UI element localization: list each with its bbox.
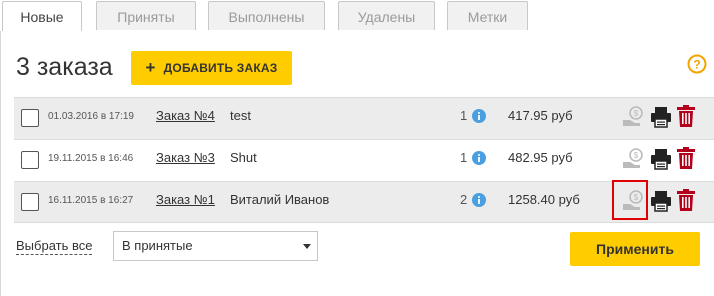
svg-text:$: $ — [634, 151, 639, 160]
order-link[interactable]: Заказ №1 — [156, 192, 215, 207]
order-price: 1258.40 руб — [508, 192, 580, 207]
question-circle-icon[interactable]: ? — [687, 54, 707, 74]
row-checkbox[interactable] — [21, 151, 39, 169]
tab-new[interactable]: Новые — [2, 1, 82, 32]
payment-icon[interactable]: $ — [621, 147, 645, 171]
table-row: 16.11.2015 в 16:27 Заказ №1 Виталий Иван… — [14, 180, 714, 223]
trash-icon[interactable] — [677, 105, 695, 127]
page-title: 3 заказа — [16, 53, 113, 81]
table-row: 01.03.2016 в 17:19 Заказ №4 test 1 417.9… — [14, 97, 714, 139]
tab-deleted[interactable]: Удалены — [338, 1, 435, 30]
order-date: 01.03.2016 в 17:19 — [48, 111, 134, 122]
tab-tags[interactable]: Метки — [447, 1, 528, 30]
order-price: 417.95 руб — [508, 108, 573, 123]
tab-accepted[interactable]: Приняты — [96, 1, 196, 30]
row-checkbox[interactable] — [21, 193, 39, 211]
customer-name: Виталий Иванов — [230, 192, 330, 207]
add-order-button[interactable]: + ДОБАВИТЬ ЗАКАЗ — [131, 51, 292, 85]
row-checkbox[interactable] — [21, 109, 39, 127]
svg-text:$: $ — [634, 109, 639, 118]
info-icon[interactable] — [472, 193, 486, 207]
info-icon[interactable] — [472, 109, 486, 123]
info-icon[interactable] — [472, 151, 486, 165]
bulk-action-select[interactable]: В принятые — [113, 231, 318, 261]
table-row: 19.11.2015 в 16:46 Заказ №3 Shut 1 482.9… — [14, 139, 714, 181]
chevron-down-icon — [303, 244, 311, 249]
order-date: 16.11.2015 в 16:27 — [48, 195, 134, 206]
order-price: 482.95 руб — [508, 150, 573, 165]
print-icon[interactable] — [650, 148, 672, 170]
payment-icon[interactable]: $ — [621, 105, 645, 129]
select-all-link[interactable]: Выбрать все — [16, 238, 93, 255]
order-date: 19.11.2015 в 16:46 — [48, 153, 134, 164]
trash-icon[interactable] — [677, 147, 695, 169]
add-order-label: ДОБАВИТЬ ЗАКАЗ — [163, 61, 278, 75]
print-icon[interactable] — [650, 106, 672, 128]
item-count: 1 — [460, 108, 468, 123]
bulk-action-value: В принятые — [122, 238, 193, 253]
print-icon[interactable] — [650, 190, 672, 212]
customer-name: Shut — [230, 150, 257, 165]
order-link[interactable]: Заказ №3 — [156, 150, 215, 165]
item-count: 1 — [460, 150, 468, 165]
tab-bar: Новые Приняты Выполнены Удалены Метки — [0, 0, 714, 32]
svg-text:?: ? — [693, 58, 700, 72]
tab-completed[interactable]: Выполнены — [208, 1, 325, 30]
trash-icon[interactable] — [677, 189, 695, 211]
customer-name: test — [230, 108, 251, 123]
apply-button[interactable]: Применить — [570, 232, 700, 266]
orders-list: 01.03.2016 в 17:19 Заказ №4 test 1 417.9… — [14, 97, 714, 223]
plus-icon: + — [145, 58, 156, 77]
highlight-box — [612, 180, 648, 220]
item-count: 2 — [460, 192, 468, 207]
order-link[interactable]: Заказ №4 — [156, 108, 215, 123]
